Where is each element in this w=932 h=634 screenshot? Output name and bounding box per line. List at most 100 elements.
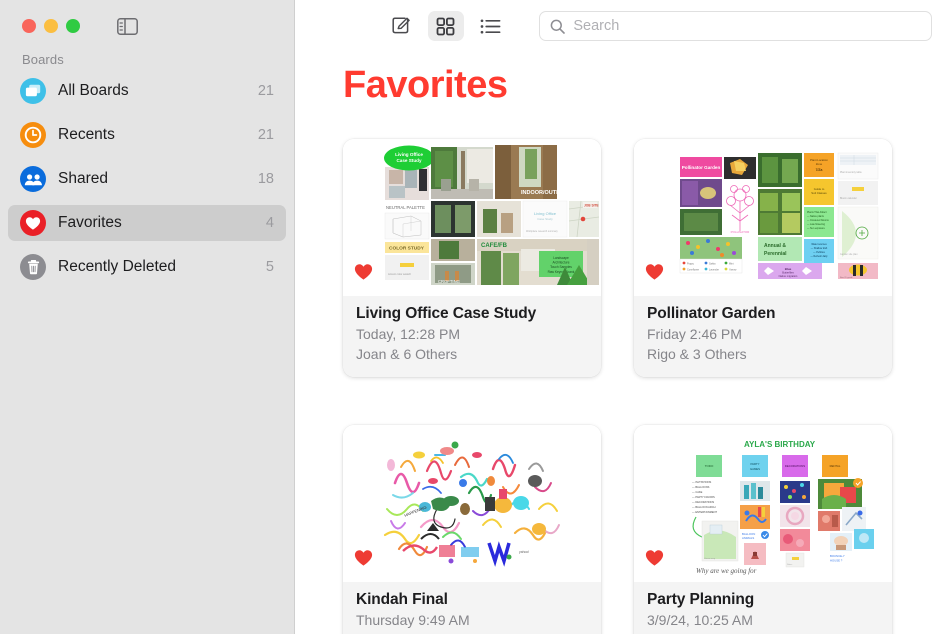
board-people: Joan & 6 Others [647, 631, 879, 634]
svg-text:7/Za: 7/Za [816, 168, 823, 172]
svg-text:GAMES: GAMES [750, 467, 760, 471]
svg-text:Poppy: Poppy [687, 262, 695, 265]
favorite-heart-icon[interactable] [354, 263, 373, 286]
main-content: Favorites NEUTRAL PALETTE [295, 0, 932, 634]
svg-text:Workplace research summary: Workplace research summary [526, 230, 559, 233]
page-title: Favorites [343, 64, 508, 106]
svg-text:BOUNCE-Y: BOUNCE-Y [830, 554, 845, 558]
svg-text:AYLA'S BIRTHDAY: AYLA'S BIRTHDAY [744, 440, 816, 449]
svg-text:Touch Samples: Touch Samples [550, 265, 572, 269]
sidebar-item-label: Recents [58, 126, 115, 143]
svg-text:— BALLOON ARCH: — BALLOON ARCH [692, 505, 716, 509]
svg-text:— Clustered blooms: — Clustered blooms [807, 219, 829, 222]
boards-icon [20, 78, 46, 104]
toolbar [295, 0, 932, 52]
svg-text:— Native plants: — Native plants [807, 215, 825, 218]
svg-text:— Shallow dish: — Shallow dish [811, 247, 828, 250]
svg-text:— PARTY FAVORS: — PARTY FAVORS [692, 495, 715, 499]
freeform-window: Boards All Boards 21 Recents 21 Shared 1… [0, 0, 932, 634]
svg-text:Mint: Mint [729, 262, 734, 265]
svg-text:Venue map: Venue map [704, 558, 716, 560]
svg-text:ANIMALS: ANIMALS [742, 536, 754, 540]
svg-text:Annual &: Annual & [764, 243, 786, 249]
board-thumbnail: NEUTRAL PALETTE COLOR STUDY Accent color… [343, 139, 601, 296]
svg-text:Living Office: Living Office [395, 152, 423, 157]
clock-icon [20, 122, 46, 148]
sidebar-item-label: Shared [58, 170, 108, 187]
favorite-heart-icon[interactable] [354, 549, 373, 572]
svg-text:Plants That Attract: Plants That Attract [807, 211, 827, 214]
sidebar-item-label: Recently Deleted [58, 258, 177, 275]
board-card[interactable]: NEUTRAL PALETTE COLOR STUDY Accent color… [343, 139, 601, 377]
svg-text:DECORATIONS: DECORATIONS [785, 464, 805, 468]
sidebar-item-count: 4 [265, 215, 274, 231]
svg-text:Zone: Zone [816, 162, 823, 166]
minimize-button[interactable] [44, 19, 58, 33]
svg-text:Bee ID guide: Bee ID guide [840, 277, 853, 279]
svg-text:— Late flowering: — Late flowering [807, 223, 826, 226]
svg-text:Coneflower: Coneflower [687, 268, 699, 271]
sidebar-item-count: 18 [257, 171, 274, 187]
heart-icon [20, 210, 46, 236]
favorite-heart-icon[interactable] [645, 263, 664, 286]
zoom-button[interactable] [66, 19, 80, 33]
svg-text:HOUSE ?: HOUSE ? [830, 558, 843, 562]
svg-text:TODO: TODO [705, 464, 714, 468]
svg-text:yahoo!: yahoo! [519, 550, 529, 554]
board-date: 3/9/24, 10:25 AM [647, 611, 753, 628]
svg-text:Lavender: Lavender [709, 268, 719, 271]
window-controls [0, 0, 294, 52]
board-date: Today, 12:28 PM [356, 326, 461, 342]
sidebar-item-shared[interactable]: Shared 18 [8, 161, 286, 197]
board-title: Kindah Final [356, 590, 448, 608]
board-card-footer: Pollinator Garden Friday 2:46 PM Rigo & … [634, 296, 892, 377]
svg-text:Why are we going for: Why are we going for [696, 567, 757, 575]
svg-text:JOB SITE: JOB SITE [584, 204, 599, 208]
svg-text:Water sources: Water sources [811, 243, 827, 246]
close-button[interactable] [22, 19, 36, 33]
svg-text:Architecture: Architecture [552, 261, 569, 265]
sidebar-toggle-icon[interactable] [116, 17, 138, 35]
sidebar-item-favorites[interactable]: Favorites 4 [8, 205, 286, 241]
svg-text:Case Study: Case Study [537, 217, 553, 221]
svg-text:Plant inventory table: Plant inventory table [840, 171, 862, 174]
svg-text:Perennial: Perennial [764, 251, 787, 257]
svg-text:Native migration: Native migration [779, 274, 798, 278]
svg-text:Garden site plan: Garden site plan [840, 253, 858, 256]
svg-text:— ENTERTAINMENT: — ENTERTAINMENT [692, 510, 718, 514]
sidebar: Boards All Boards 21 Recents 21 Shared 1… [0, 0, 295, 634]
kindah-doodles: HAPPENING yahoo! [343, 424, 601, 582]
people-icon [20, 166, 46, 192]
favorite-heart-icon[interactable] [645, 549, 664, 572]
sidebar-item-all-boards[interactable]: All Boards 21 [8, 73, 286, 109]
svg-text:POLLINATOR: POLLINATOR [731, 230, 751, 234]
board-card[interactable]: AYLA'S BIRTHDAY TODO — INVITATIONS — BAL… [634, 424, 892, 634]
search-field[interactable] [539, 11, 932, 41]
grid-view-button[interactable] [427, 11, 464, 41]
board-title: Pollinator Garden [647, 305, 776, 322]
sidebar-item-count: 21 [257, 83, 274, 99]
svg-text:RENTAL: RENTAL [830, 464, 841, 468]
sidebar-item-recently-deleted[interactable]: Recently Deleted 5 [8, 249, 286, 285]
board-card[interactable]: HAPPENING yahoo! Kindah Final Thursday 9… [343, 424, 601, 634]
svg-text:COLOR STUDY: COLOR STUDY [389, 246, 425, 252]
sidebar-list: All Boards 21 Recents 21 Shared 18 Favor… [0, 73, 294, 285]
list-view-button[interactable] [473, 11, 509, 41]
search-input[interactable] [573, 18, 922, 34]
sidebar-item-recents[interactable]: Recents 21 [8, 117, 286, 153]
svg-text:— CAKE: — CAKE [692, 490, 703, 494]
board-card-footer: Living Office Case Study Today, 12:28 PM… [343, 296, 601, 377]
board-card[interactable]: Pollinator Garden Poppy Salvia Mint Cone… [634, 139, 892, 377]
svg-text:Living Office: Living Office [534, 211, 557, 216]
svg-text:Landscape: Landscape [553, 256, 569, 260]
board-date: Friday 2:46 PM [647, 326, 742, 342]
living-office-collage: NEUTRAL PALETTE COLOR STUDY Accent color… [343, 139, 601, 296]
svg-text:Yarrow: Yarrow [729, 268, 737, 271]
sidebar-item-count: 21 [257, 127, 274, 143]
svg-text:Case Study: Case Study [396, 158, 421, 163]
svg-text:PARTY: PARTY [750, 462, 759, 466]
svg-text:Accent color swatch: Accent color swatch [388, 272, 412, 276]
new-board-button[interactable] [383, 11, 419, 41]
board-people: Rigo & 3 Others [647, 345, 747, 362]
sidebar-section-header: Boards [22, 52, 64, 67]
